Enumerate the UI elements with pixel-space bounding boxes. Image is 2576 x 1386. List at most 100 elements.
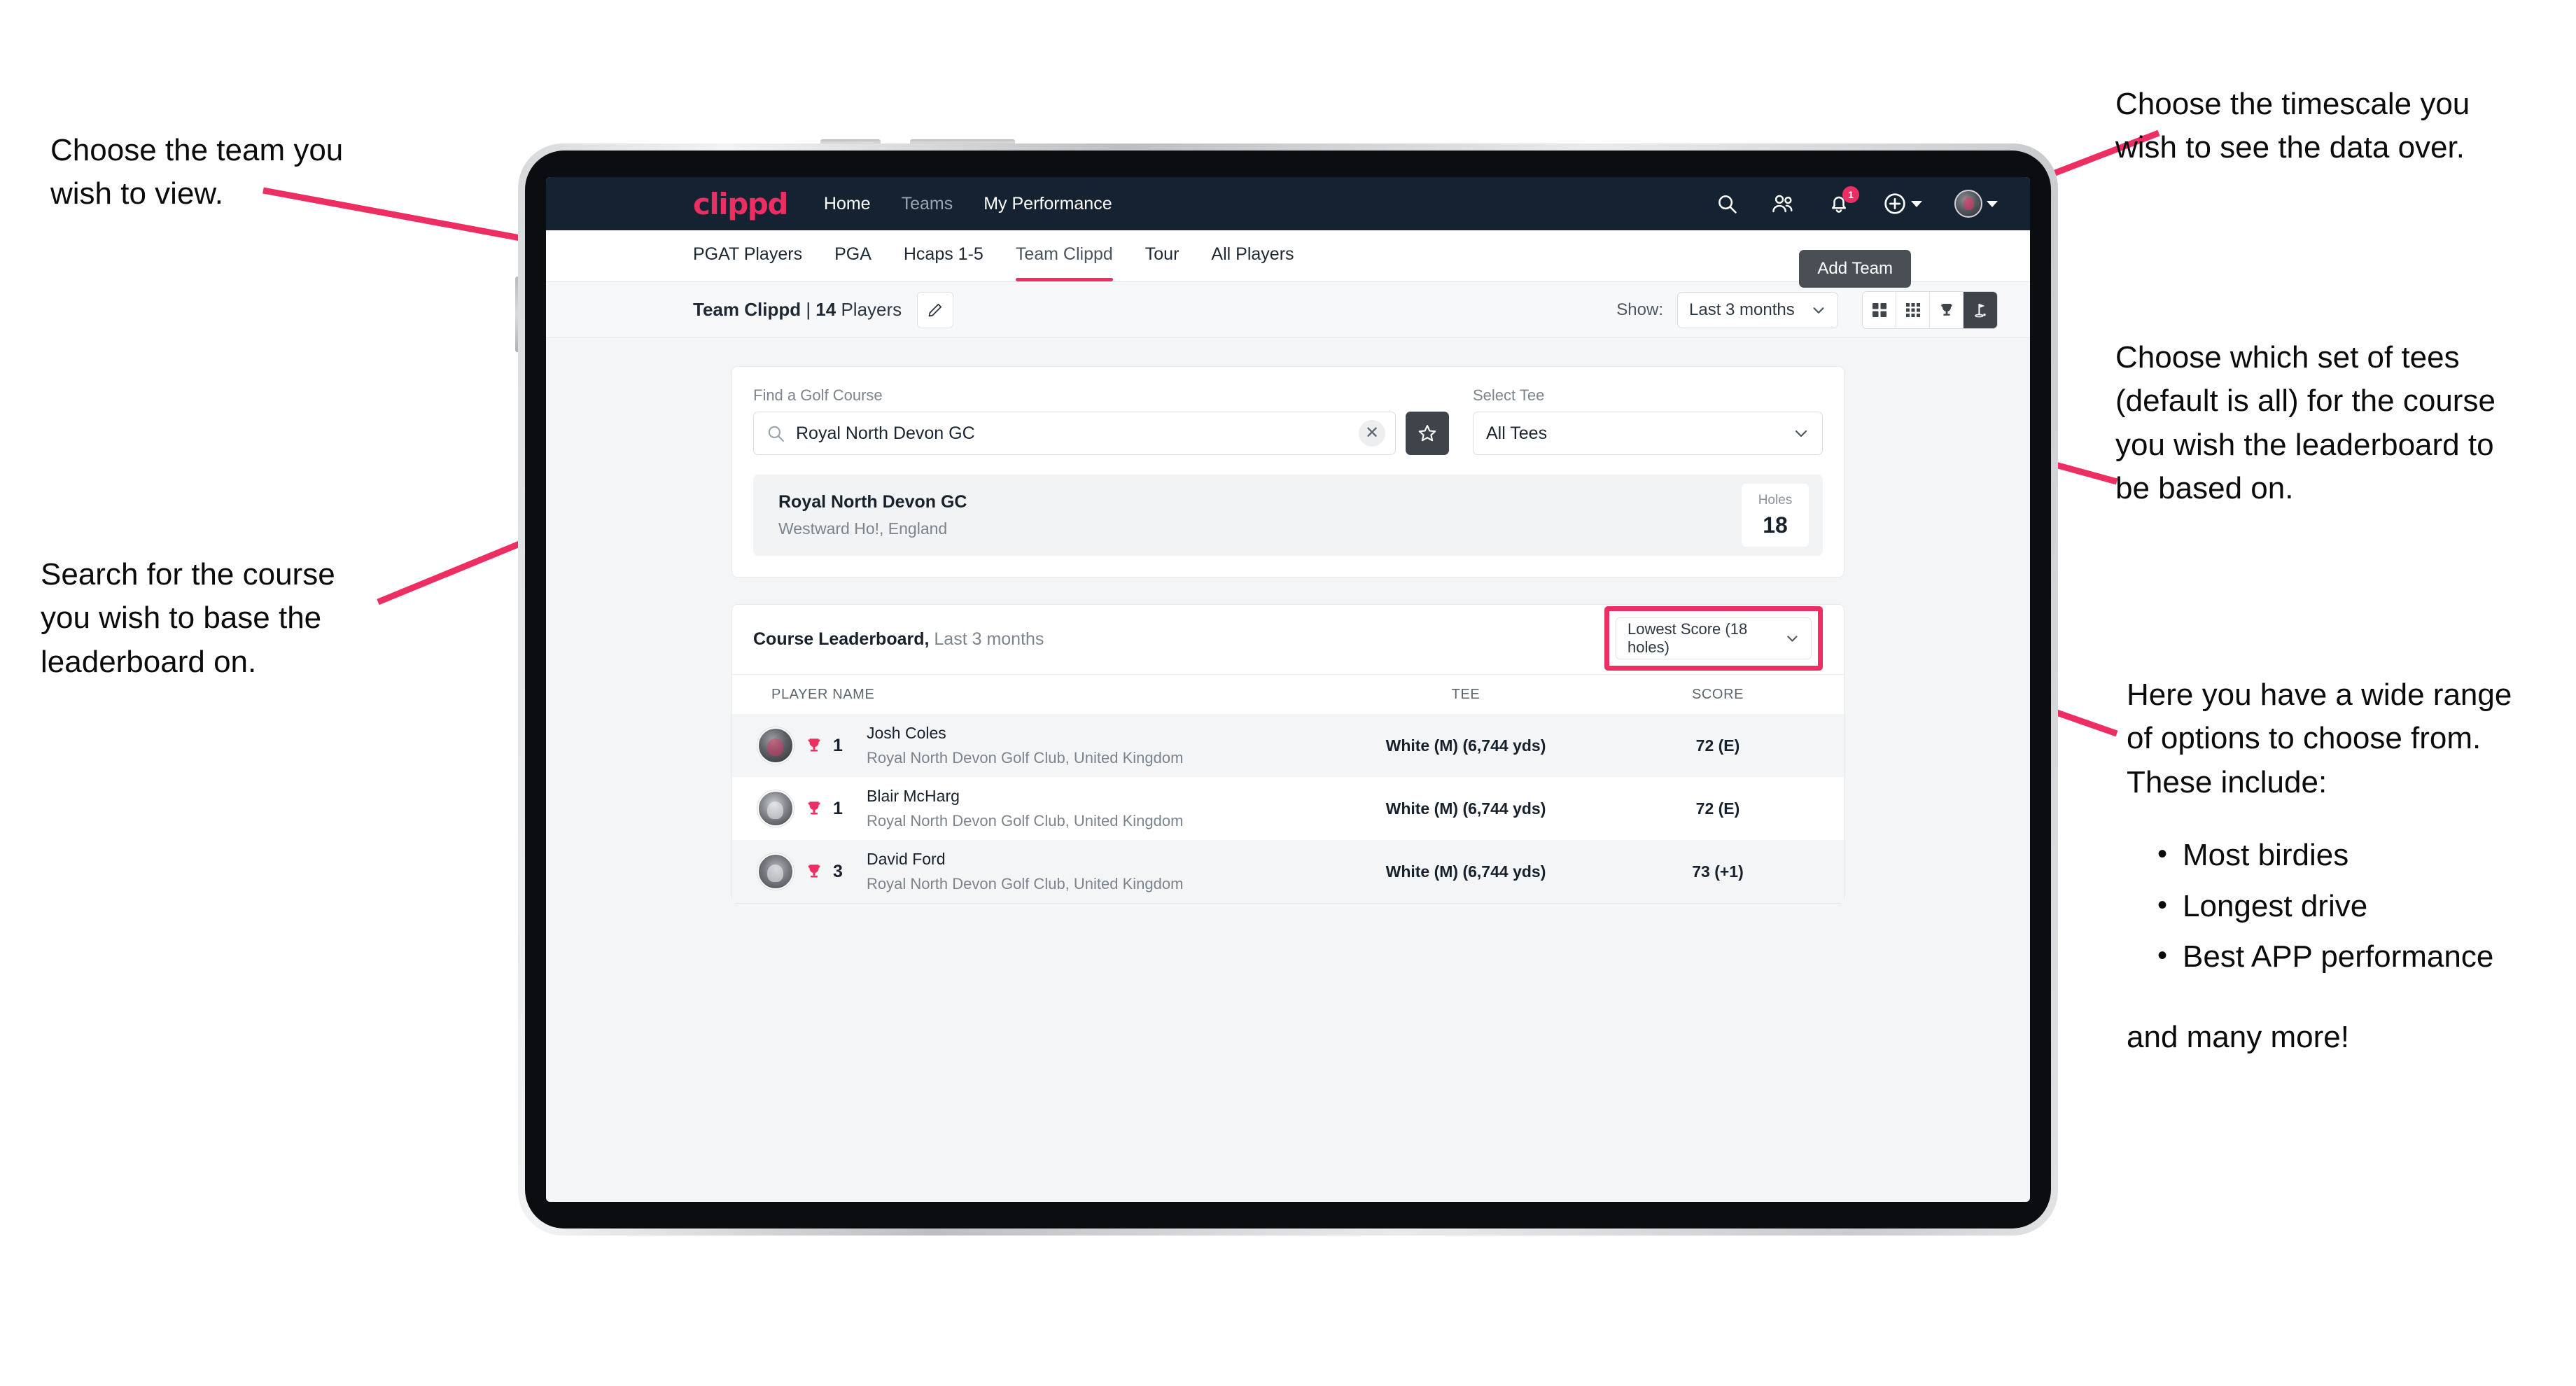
tab-all-players[interactable]: All Players: [1211, 230, 1294, 281]
grid-large-icon[interactable]: [1863, 291, 1896, 328]
sort-highlight: Lowest Score (18 holes): [1604, 606, 1823, 671]
tee-select-field: Select Tee All Tees: [1473, 386, 1823, 455]
account-menu[interactable]: [1954, 190, 1998, 218]
app-screen: clippd Home Teams My Performance 1 PGAT …: [546, 177, 2030, 1202]
course-location: Westward Ho!, England: [778, 519, 948, 538]
tee-select[interactable]: All Tees: [1473, 412, 1823, 455]
list-item: • Best APP performance: [2157, 935, 2575, 979]
main-content: Find a Golf Course Royal North Devon GC …: [546, 338, 2030, 904]
add-team-button[interactable]: Add Team: [1799, 250, 1911, 288]
tablet-bezel: clippd Home Teams My Performance 1 PGAT …: [525, 150, 2051, 1228]
search-icon: [768, 426, 784, 442]
course-search-panel: Find a Golf Course Royal North Devon GC …: [732, 366, 1844, 578]
player-tee: White (M) (6,744 yds): [1385, 862, 1546, 881]
annotation-timescale: Choose the timescale you wish to see the…: [2115, 87, 2470, 165]
favourite-button[interactable]: [1406, 412, 1449, 455]
leaderboard-sort-value: Lowest Score (18 holes): [1628, 620, 1748, 656]
poster-canvas: Choose the team you wish to view. Search…: [0, 0, 2576, 1386]
player-club: Royal North Devon Golf Club, United King…: [867, 812, 1184, 830]
player-rank: 3: [833, 861, 843, 881]
table-row[interactable]: 3 David Ford Royal North Devon Golf Club…: [732, 840, 1844, 903]
leaderboard-title: Course Leaderboard, Last 3 months: [753, 629, 1044, 650]
player-name: Blair McHarg: [867, 787, 960, 805]
player-score: 73 (+1): [1692, 862, 1744, 881]
option-label: Longest drive: [2183, 888, 2368, 923]
player-club: Royal North Devon Golf Club, United King…: [867, 875, 1184, 892]
grid-small-icon[interactable]: [1896, 291, 1930, 328]
bell-icon[interactable]: 1: [1827, 186, 1859, 216]
bullet-icon: •: [2157, 839, 2168, 870]
player-count: 14: [816, 299, 836, 320]
pencil-icon: [928, 303, 942, 316]
list-item: • Longest drive: [2157, 885, 2575, 928]
player-score: 72 (E): [1695, 799, 1740, 818]
player-tee: White (M) (6,744 yds): [1385, 799, 1546, 818]
edit-team-button[interactable]: [917, 291, 954, 328]
nav-link-home[interactable]: Home: [824, 194, 871, 214]
tablet-device: clippd Home Teams My Performance 1 PGAT …: [518, 144, 2058, 1236]
nav-link-teams[interactable]: Teams: [902, 194, 953, 214]
tab-team-clippd[interactable]: Team Clippd: [1015, 230, 1113, 281]
course-result-card[interactable]: Royal North Devon GC Westward Ho!, Engla…: [753, 475, 1823, 556]
column-player-name: PLAYER NAME: [771, 686, 875, 702]
annotation-options: Here you have a wide range of options to…: [2127, 673, 2575, 1059]
view-toggle-group: [1862, 290, 1998, 329]
avatar[interactable]: [1954, 190, 1982, 218]
player-identity: Blair McHarg Royal North Devon Golf Club…: [867, 787, 1183, 830]
annotation-options-outro: and many more!: [2127, 1019, 2349, 1054]
avatar: [757, 790, 794, 827]
course-result-text: Royal North Devon GC Westward Ho!, Engla…: [778, 492, 967, 538]
search-icon[interactable]: [1715, 192, 1739, 216]
player-identity: Josh Coles Royal North Devon Golf Club, …: [867, 724, 1183, 767]
option-label: Best APP performance: [2183, 939, 2494, 974]
chevron-down-icon[interactable]: [1911, 200, 1922, 207]
team-subbar: Team Clippd | 14 Players Show: Last 3 mo…: [546, 282, 2030, 338]
player-rank: 1: [833, 735, 843, 755]
timescale-value: Last 3 months: [1689, 300, 1795, 319]
list-item: • Most birdies: [2157, 834, 2575, 877]
plus-circle-menu[interactable]: [1883, 192, 1922, 216]
timescale-select[interactable]: Last 3 months: [1677, 291, 1838, 328]
holes-badge: Holes 18: [1742, 484, 1809, 547]
annotation-team: Choose the team you wish to view.: [50, 133, 344, 211]
separator: |: [801, 299, 816, 320]
bullet-icon: •: [2157, 940, 2168, 972]
tab-pgat-players[interactable]: PGAT Players: [693, 230, 802, 281]
table-row[interactable]: 1 Josh Coles Royal North Devon Golf Club…: [732, 714, 1844, 777]
nav-icon-group: 1: [1715, 186, 1998, 218]
leaderboard-column-headers: PLAYER NAME TEE SCORE: [732, 675, 1844, 714]
annotation-options-intro: Here you have a wide range of options to…: [2127, 678, 2512, 799]
annotation-search: Search for the course you wish to base t…: [41, 557, 335, 679]
plus-circle-icon[interactable]: [1883, 192, 1907, 216]
players-word: Players: [841, 299, 902, 320]
leaderboard-header: Course Leaderboard, Last 3 months Lowest…: [732, 605, 1844, 675]
tab-hcaps-1-5[interactable]: Hcaps 1-5: [904, 230, 983, 281]
column-score: SCORE: [1691, 686, 1744, 702]
clippd-logo[interactable]: clippd: [693, 187, 788, 221]
close-icon[interactable]: ✕: [1359, 420, 1385, 447]
course-search-label: Find a Golf Course: [753, 386, 883, 404]
player-tee: White (M) (6,744 yds): [1385, 736, 1546, 755]
team-name: Team Clippd: [693, 299, 802, 320]
team-tabs-bar: PGAT Players PGA Hcaps 1-5 Team Clippd T…: [546, 230, 2030, 288]
bullet-icon: •: [2157, 889, 2168, 920]
trophy-icon: [808, 802, 820, 815]
player-rank: 1: [833, 798, 843, 818]
tab-pga[interactable]: PGA: [834, 230, 872, 281]
nav-link-my-performance[interactable]: My Performance: [983, 194, 1112, 214]
search-input-value: Royal North Devon GC: [796, 423, 975, 443]
table-row[interactable]: 1 Blair McHarg Royal North Devon Golf Cl…: [732, 777, 1844, 840]
player-club: Royal North Devon Golf Club, United King…: [867, 749, 1184, 766]
leaderboard-subtitle: Last 3 months: [929, 629, 1044, 649]
trophy-icon[interactable]: [1930, 291, 1963, 328]
team-tabs: PGAT Players PGA Hcaps 1-5 Team Clippd T…: [693, 230, 1294, 281]
chevron-down-icon: [1787, 635, 1798, 642]
chevron-down-icon[interactable]: [1987, 200, 1998, 207]
people-icon[interactable]: [1771, 192, 1795, 216]
chevron-down-icon: [1795, 430, 1807, 438]
leaderboard-sort-select[interactable]: Lowest Score (18 holes): [1616, 617, 1812, 659]
notification-badge: 1: [1842, 186, 1859, 203]
search-input[interactable]: Royal North Devon GC ✕: [753, 412, 1396, 455]
golf-flag-icon[interactable]: [1963, 291, 1997, 328]
tab-tour[interactable]: Tour: [1145, 230, 1180, 281]
